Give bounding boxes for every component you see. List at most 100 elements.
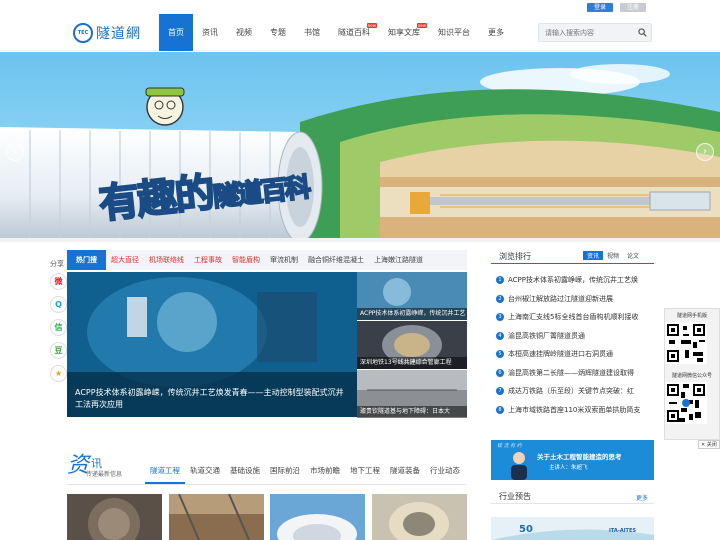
ranking-item[interactable]: 5 本桓高速挂牌岭隧道进口右洞贯通 [491,345,654,364]
nav-label: 视频 [236,28,252,37]
forecast-title: 行业预告 [499,492,531,501]
rank-number: 3 [496,313,504,322]
favorite-icon[interactable]: ★ [50,365,67,382]
hot-tag[interactable]: 窜流机制 [265,255,303,265]
ranking-item[interactable]: 1 ACPP技术体系初露峥嵘，传统沉井工艺焕 [491,271,654,290]
site-logo[interactable]: TEC 隧道網 [73,23,141,43]
nav-label: 首页 [168,28,184,37]
news-tab[interactable]: 基础设施 [225,464,265,484]
news-tab[interactable]: 轨道交通 [185,464,225,484]
nav-item-home[interactable]: 首页 [159,14,193,51]
search-box [538,23,652,42]
register-button[interactable]: 注册 [620,3,646,12]
rank-number: 8 [496,405,504,414]
header: TEC 隧道網 首页 资讯 视频 专题 书馆 隧道百科 new 知享文库 new 知… [0,14,720,51]
forecast-banner[interactable]: 50 ITA-AITES [491,517,654,540]
nav-label: 资讯 [202,28,218,37]
ranking-item[interactable]: 7 成达万铁路（乐至段）关键节点突破：红 [491,382,654,401]
search-icon[interactable] [638,28,647,37]
lecture-ad-banner[interactable]: 钱 沈 有 约 关于土木工程智能建造的思考 主讲人：朱超飞 [491,440,654,480]
qr-code-icon [665,322,707,364]
ranking-title: 浏览排行 [499,252,531,261]
chevron-right-icon[interactable]: › [696,143,714,161]
rank-number: 7 [496,387,504,396]
nav-label: 隧道百科 [338,28,370,37]
news-thumbnail[interactable] [371,494,467,540]
news-tab[interactable]: 市场前瞻 [305,464,345,484]
forecast-tag: ITA-AITES [609,528,636,534]
nav-item-wenku[interactable]: 知享文库 new [379,14,429,51]
search-input[interactable] [539,24,629,41]
hot-tag[interactable]: 智能盾构 [227,255,265,265]
ranking-tab-news[interactable]: 资讯 [583,251,604,260]
nav-item-encyclopedia[interactable]: 隧道百科 new [329,14,379,51]
side-article[interactable]: ACPP技术体系初露峥嵘，传统沉井工艺 [357,272,467,320]
ranking-item[interactable]: 4 渝昆高铁铜厂箐隧道贯通 [491,327,654,346]
news-photo [270,494,366,540]
news-photo [168,494,264,540]
share-bar: 分享 微 Q 信 豆 ★ [50,259,67,388]
hot-tag[interactable]: 上海嫩江路隧道 [369,255,428,265]
qr-wechat-label: 隧道网微信公众号 [671,373,712,379]
ad-series-label: 钱 沈 有 约 [497,443,522,449]
nav-item-topics[interactable]: 专题 [261,14,295,51]
news-thumbnail[interactable] [168,494,264,540]
side-article[interactable]: 深圳地铁13号线共建综合管廊工程 [357,321,467,369]
ranking-tab-video[interactable]: 视频 [603,251,623,260]
qr-close-button[interactable]: ✕ 关闭 [698,440,720,449]
featured-article[interactable]: ACPP技术体系初露峥嵘，传统沉井工艺焕发青春——主动控制型装配式沉井工法再次应… [67,272,357,417]
speaker-avatar [511,452,527,480]
hot-tag[interactable]: 机场联络线 [144,255,189,265]
ranking-tabs: 资讯 视频 论文 [583,251,643,260]
ad-title: 关于土木工程智能建造的思考 [537,453,622,461]
news-subtitle: 传递最新信息 [86,471,123,478]
news-photo [67,494,162,540]
nav-item-news[interactable]: 资讯 [193,14,227,51]
forecast-more-link[interactable]: 更多 [636,493,648,502]
news-tab[interactable]: 国际前沿 [265,464,305,484]
news-tabs: 隧道工程 轨道交通 基础设施 国际前沿 市场前瞻 地下工程 隧道装备 行业动态 [145,464,465,484]
news-photo [371,494,467,540]
ranking-item-text: 渝昆高铁第二长隧——炳辉隧道建设取得 [508,368,634,377]
news-thumbnail[interactable] [270,494,366,540]
ad-host: 主讲人：朱超飞 [549,465,588,471]
douban-icon[interactable]: 豆 [50,342,67,359]
ranking-item[interactable]: 6 渝昆高铁第二长隧——炳辉隧道建设取得 [491,364,654,383]
news-tab[interactable]: 地下工程 [345,464,385,484]
ranking-item[interactable]: 3 上海南汇支线5标全线首台盾构机顺利接收 [491,308,654,327]
logo-mark: TEC [73,23,93,43]
nav-item-more[interactable]: 更多 [479,14,513,51]
nav-label: 专题 [270,28,286,37]
nav-item-knowledge[interactable]: 知识平台 [429,14,479,51]
hot-tag[interactable]: 工程事故 [189,255,227,265]
nav-item-video[interactable]: 视频 [227,14,261,51]
hot-tag[interactable]: 融合铜纤维混凝土 [303,255,369,265]
news-tab[interactable]: 行业动态 [425,464,465,484]
main-nav: 首页 资讯 视频 专题 书馆 隧道百科 new 知享文库 new 知识平台 更多 [159,14,513,51]
side-caption: 深圳地铁13号线共建综合管廊工程 [357,357,467,369]
wechat-icon[interactable]: 信 [50,319,67,336]
hero-banner[interactable]: 有趣的隧道百科 ‹ › [0,52,720,242]
rank-number: 4 [496,331,504,340]
qr-app-label: 隧道网手机版 [676,313,707,319]
chevron-left-icon[interactable]: ‹ [6,143,24,161]
weibo-icon[interactable]: 微 [50,273,67,290]
forecast-header: 行业预告 更多 [491,490,654,504]
ranking-item[interactable]: 2 台州椒江解放路过江隧道迎新进展 [491,290,654,309]
news-thumbnail[interactable] [67,494,162,540]
ranking-item-text: 上海南汇支线5标全线首台盾构机顺利接收 [508,313,639,322]
ranking-item-text: 渝昆高铁铜厂箐隧道贯通 [508,331,585,340]
rank-number: 2 [496,294,504,303]
hot-tag[interactable]: 超大直径 [106,255,144,265]
nav-item-library[interactable]: 书馆 [295,14,329,51]
nav-label: 知享文库 [388,28,420,37]
news-tab[interactable]: 隧道工程 [145,464,185,484]
ranking-tab-paper[interactable]: 论文 [623,251,643,260]
side-article[interactable]: 璩贵钦隧道基与地下障碍：日本大 [357,370,467,418]
login-button[interactable]: 登录 [587,3,613,12]
qq-icon[interactable]: Q [50,296,67,313]
rank-number: 5 [496,350,504,359]
ranking-item[interactable]: 8 上海市域铁路首座110米双索面单拱肋简支 [491,401,654,420]
top-bar: 登录 注册 [0,0,720,14]
news-tab[interactable]: 隧道装备 [385,464,425,484]
